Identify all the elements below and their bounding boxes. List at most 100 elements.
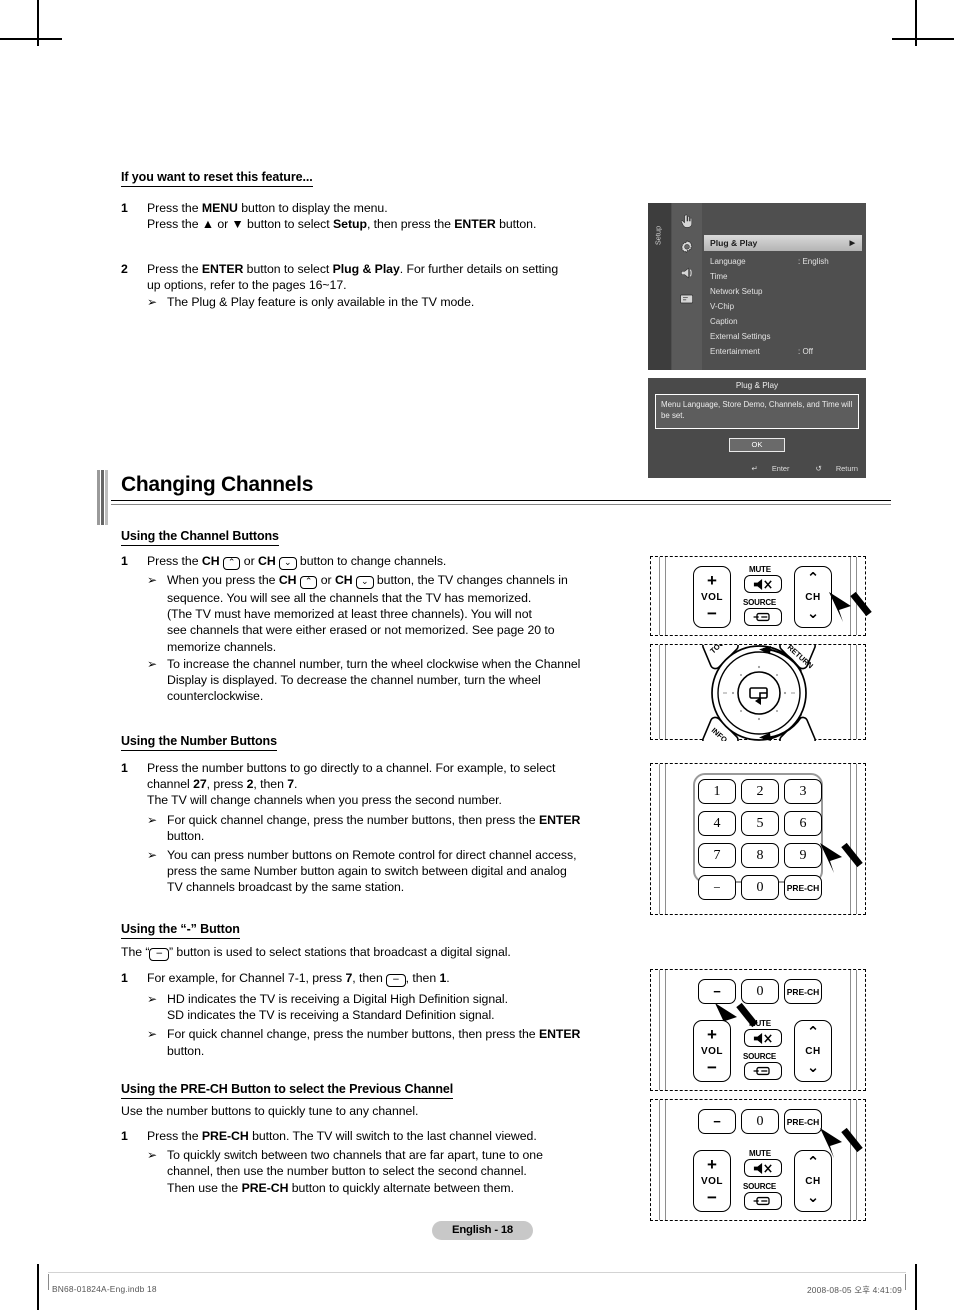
osd-row-caption[interactable]: Caption: [710, 315, 860, 328]
osd-row-network-setup[interactable]: Network Setup: [710, 285, 860, 298]
note-text: When you press the CH ⌃ or CH ⌄ button, …: [167, 572, 641, 655]
note-bullet: ➢ HD indicates the TV is receiving a Dig…: [147, 991, 641, 1023]
prech-key[interactable]: PRE-CH: [784, 1109, 822, 1134]
mute-button[interactable]: [744, 1159, 782, 1177]
vol-button[interactable]: + VOL −: [693, 1020, 731, 1082]
footer-tick-right: [905, 1274, 906, 1290]
key-8[interactable]: 8: [741, 843, 779, 868]
dialog-footer: ↵ Enter ↺ Return: [728, 464, 858, 473]
wheel-graphic[interactable]: TOOLS RETURN INFO EXIT: [651, 645, 867, 741]
ch-button[interactable]: ⌃ CH ⌄: [794, 1150, 832, 1212]
text: or: [240, 554, 258, 568]
vol-minus-label: −: [707, 604, 717, 623]
note-bullet: ➢ The Plug & Play feature is only availa…: [147, 294, 641, 310]
dash-key-icon: −: [149, 948, 169, 961]
note-bullet: ➢ When you press the CH ⌃ or CH ⌄ button…: [147, 572, 641, 655]
setup-keyword: Setup: [333, 217, 367, 232]
arrow-bullet-icon: ➢: [147, 1148, 158, 1163]
text: Press the ▲ or ▼ button to select: [147, 217, 334, 232]
zero-key[interactable]: 0: [741, 1109, 779, 1134]
mute-button[interactable]: [744, 1029, 782, 1047]
crop-mark-bottom-left-v: [37, 1264, 39, 1310]
text: , then: [253, 777, 288, 792]
step-body: Press the PRE-CH button. The TV will swi…: [147, 1128, 641, 1196]
osd-row-external-settings[interactable]: External Settings: [710, 330, 860, 343]
text: button, the TV changes channels in: [373, 573, 568, 587]
arrow-bullet-icon: ➢: [147, 992, 158, 1006]
osd-row-language[interactable]: Language : English: [710, 255, 860, 268]
source-button[interactable]: [744, 1062, 782, 1080]
mute-button[interactable]: [744, 575, 782, 593]
ch-up-icon: ⌃: [806, 569, 820, 587]
osd-row-v-chip[interactable]: V-Chip: [710, 300, 860, 313]
osd-row-label: Language: [710, 257, 746, 266]
enter-keyword: ENTER: [201, 262, 244, 276]
key-5[interactable]: 5: [741, 811, 779, 836]
osd-row-label: Network Setup: [710, 287, 763, 296]
text: channel: [147, 777, 194, 792]
prech-heading-wrap: Using the PRE-CH Button to select the Pr…: [121, 1080, 453, 1099]
osd-row-label: V-Chip: [710, 302, 735, 311]
source-label: SOURCE: [743, 1052, 777, 1061]
key-label: 9: [799, 847, 807, 863]
vol-button[interactable]: + VOL −: [693, 566, 731, 628]
key-1[interactable]: 1: [698, 779, 736, 804]
prech-keyword: PRE-CH: [241, 1180, 289, 1195]
manual-page: If you want to reset this feature... 1 P…: [0, 0, 954, 1310]
text: The “: [121, 945, 150, 959]
speaker-icon[interactable]: [678, 265, 696, 281]
osd-row-value: : Off: [798, 347, 813, 356]
remote-edge-right: [850, 970, 857, 1090]
hand-icon[interactable]: [678, 213, 696, 229]
remote-diagram-keypad: 1 2 3 4 5 6 7 8 9 − 0 PRE-CH: [650, 763, 866, 915]
remote-diagram-prech: − 0 PRE-CH + VOL − MUTE SOURCE ⌃ CH ⌄: [650, 1099, 866, 1221]
mute-icon: [753, 578, 772, 590]
display-icon[interactable]: [678, 291, 696, 307]
ok-button[interactable]: OK: [729, 438, 785, 452]
osd-row-entertainment[interactable]: Entertainment : Off: [710, 345, 860, 358]
reset-step-2: 2 Press the ENTER button to select Plug …: [121, 261, 641, 311]
remote-diagram-vol-ch: + VOL − MUTE SOURCE ⌃ CH ⌄: [650, 556, 872, 636]
key-dash[interactable]: −: [698, 875, 736, 900]
note-bullet: ➢ For quick channel change, press the nu…: [147, 812, 641, 844]
osd-row-time[interactable]: Time: [710, 270, 860, 283]
osd-side-label: Setup: [653, 225, 663, 246]
key-4[interactable]: 4: [698, 811, 736, 836]
vol-minus-label: −: [707, 1188, 717, 1207]
key-label: 0: [756, 1113, 764, 1129]
key-label: 1: [713, 783, 721, 799]
key-zero[interactable]: 0: [741, 875, 779, 900]
ch-label: CH: [805, 1176, 821, 1187]
vol-button[interactable]: + VOL −: [693, 1150, 731, 1212]
text: Press the: [147, 262, 202, 276]
number-buttons-heading-wrap: Using the Number Buttons: [121, 732, 277, 751]
text: Press the: [147, 1129, 202, 1143]
arrow-bullet-icon: ➢: [147, 1027, 158, 1042]
ch-up-icon: ⌃: [806, 1023, 820, 1041]
ch-up-key-icon: ⌃: [299, 576, 318, 589]
arrow-bullet-icon: ➢: [147, 848, 158, 863]
key-3[interactable]: 3: [784, 779, 822, 804]
dash-key[interactable]: −: [698, 1109, 736, 1134]
key-9[interactable]: 9: [784, 843, 822, 868]
text: Press the number buttons to go directly …: [147, 761, 556, 775]
remote-diagram-dash: − 0 PRE-CH + VOL − MUTE SOURCE ⌃ CH ⌄: [650, 969, 866, 1091]
return-hint: ↺ Return: [804, 464, 858, 473]
note-text: HD indicates the TV is receiving a Digit…: [167, 992, 508, 1023]
note-bullet: ➢ To quickly switch between two channels…: [147, 1147, 641, 1196]
ch-button[interactable]: ⌃ CH ⌄: [794, 1020, 832, 1082]
osd-row-value: : English: [798, 257, 829, 266]
key-2[interactable]: 2: [741, 779, 779, 804]
osd-highlight-row[interactable]: Plug & Play ▶: [704, 235, 862, 251]
note-text: For quick channel change, press the numb…: [167, 1026, 641, 1058]
key-6[interactable]: 6: [784, 811, 822, 836]
prech-key[interactable]: PRE-CH: [784, 979, 822, 1004]
source-icon: [753, 1196, 770, 1206]
key-prech[interactable]: PRE-CH: [784, 875, 822, 900]
gear-icon[interactable]: [678, 239, 696, 255]
key-7[interactable]: 7: [698, 843, 736, 868]
source-button[interactable]: [744, 1192, 782, 1210]
remote-edge-left: [659, 1100, 666, 1220]
text: button to change channels.: [296, 554, 447, 568]
source-button[interactable]: [744, 608, 782, 626]
